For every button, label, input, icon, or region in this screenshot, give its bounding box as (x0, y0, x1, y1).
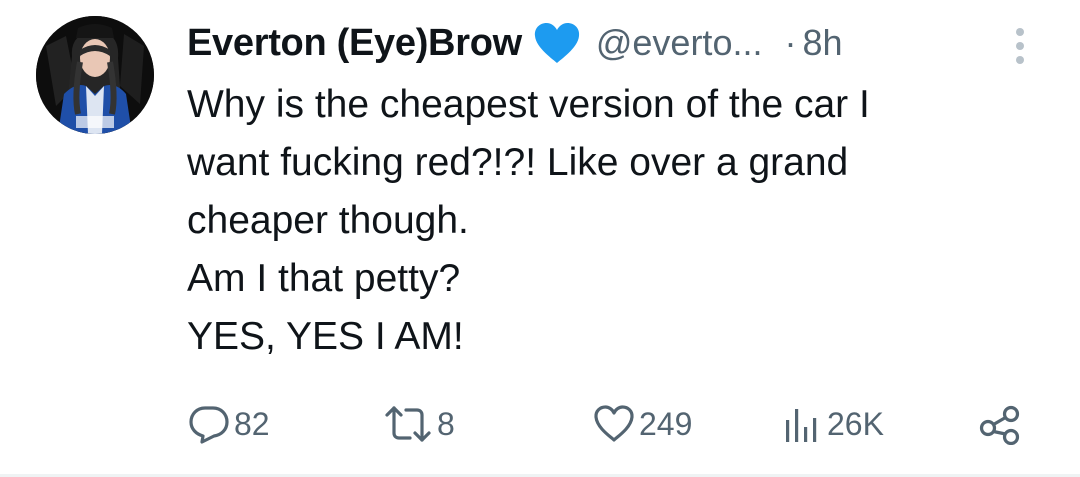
tweet-text-line: YES, YES I AM! (187, 315, 464, 358)
tweet-text-line: want fucking red?!?! Like over a grand (187, 141, 849, 184)
views-button[interactable]: 26K (781, 398, 884, 450)
tweet-header: Everton (Eye)Brow @everto... · 8h (187, 18, 843, 68)
tweet-text: Why is the cheapest version of the car I… (187, 76, 1047, 366)
tweet-text-line: Am I that petty? (187, 257, 461, 300)
tweet-text-line: Why is the cheapest version of the car I (187, 83, 870, 126)
share-icon (978, 403, 1022, 445)
view-count: 26K (827, 405, 884, 442)
repost-count: 8 (437, 405, 455, 442)
repost-button[interactable]: 8 (383, 398, 455, 450)
author-handle[interactable]: @everto... (596, 22, 763, 64)
reply-count: 82 (234, 405, 270, 442)
share-button[interactable] (978, 398, 1022, 450)
like-button[interactable]: 249 (593, 398, 692, 450)
action-bar: 82 8 249 26K (0, 398, 1080, 450)
reply-icon (188, 403, 230, 445)
reply-button[interactable]: 82 (188, 398, 270, 450)
separator-dot: · (784, 22, 797, 63)
views-chart-icon (781, 403, 823, 445)
avatar[interactable] (36, 16, 154, 134)
tweet[interactable]: Everton (Eye)Brow @everto... · 8h Why is… (0, 0, 1080, 477)
author-display-name[interactable]: Everton (Eye)Brow (187, 22, 522, 65)
more-options-icon[interactable] (1012, 26, 1028, 66)
like-heart-icon (593, 403, 635, 445)
blue-heart-icon (532, 21, 582, 65)
timestamp[interactable]: 8h (802, 22, 842, 64)
like-count: 249 (639, 405, 693, 442)
tweet-text-line: cheaper though. (187, 199, 469, 242)
repost-icon (383, 403, 433, 445)
